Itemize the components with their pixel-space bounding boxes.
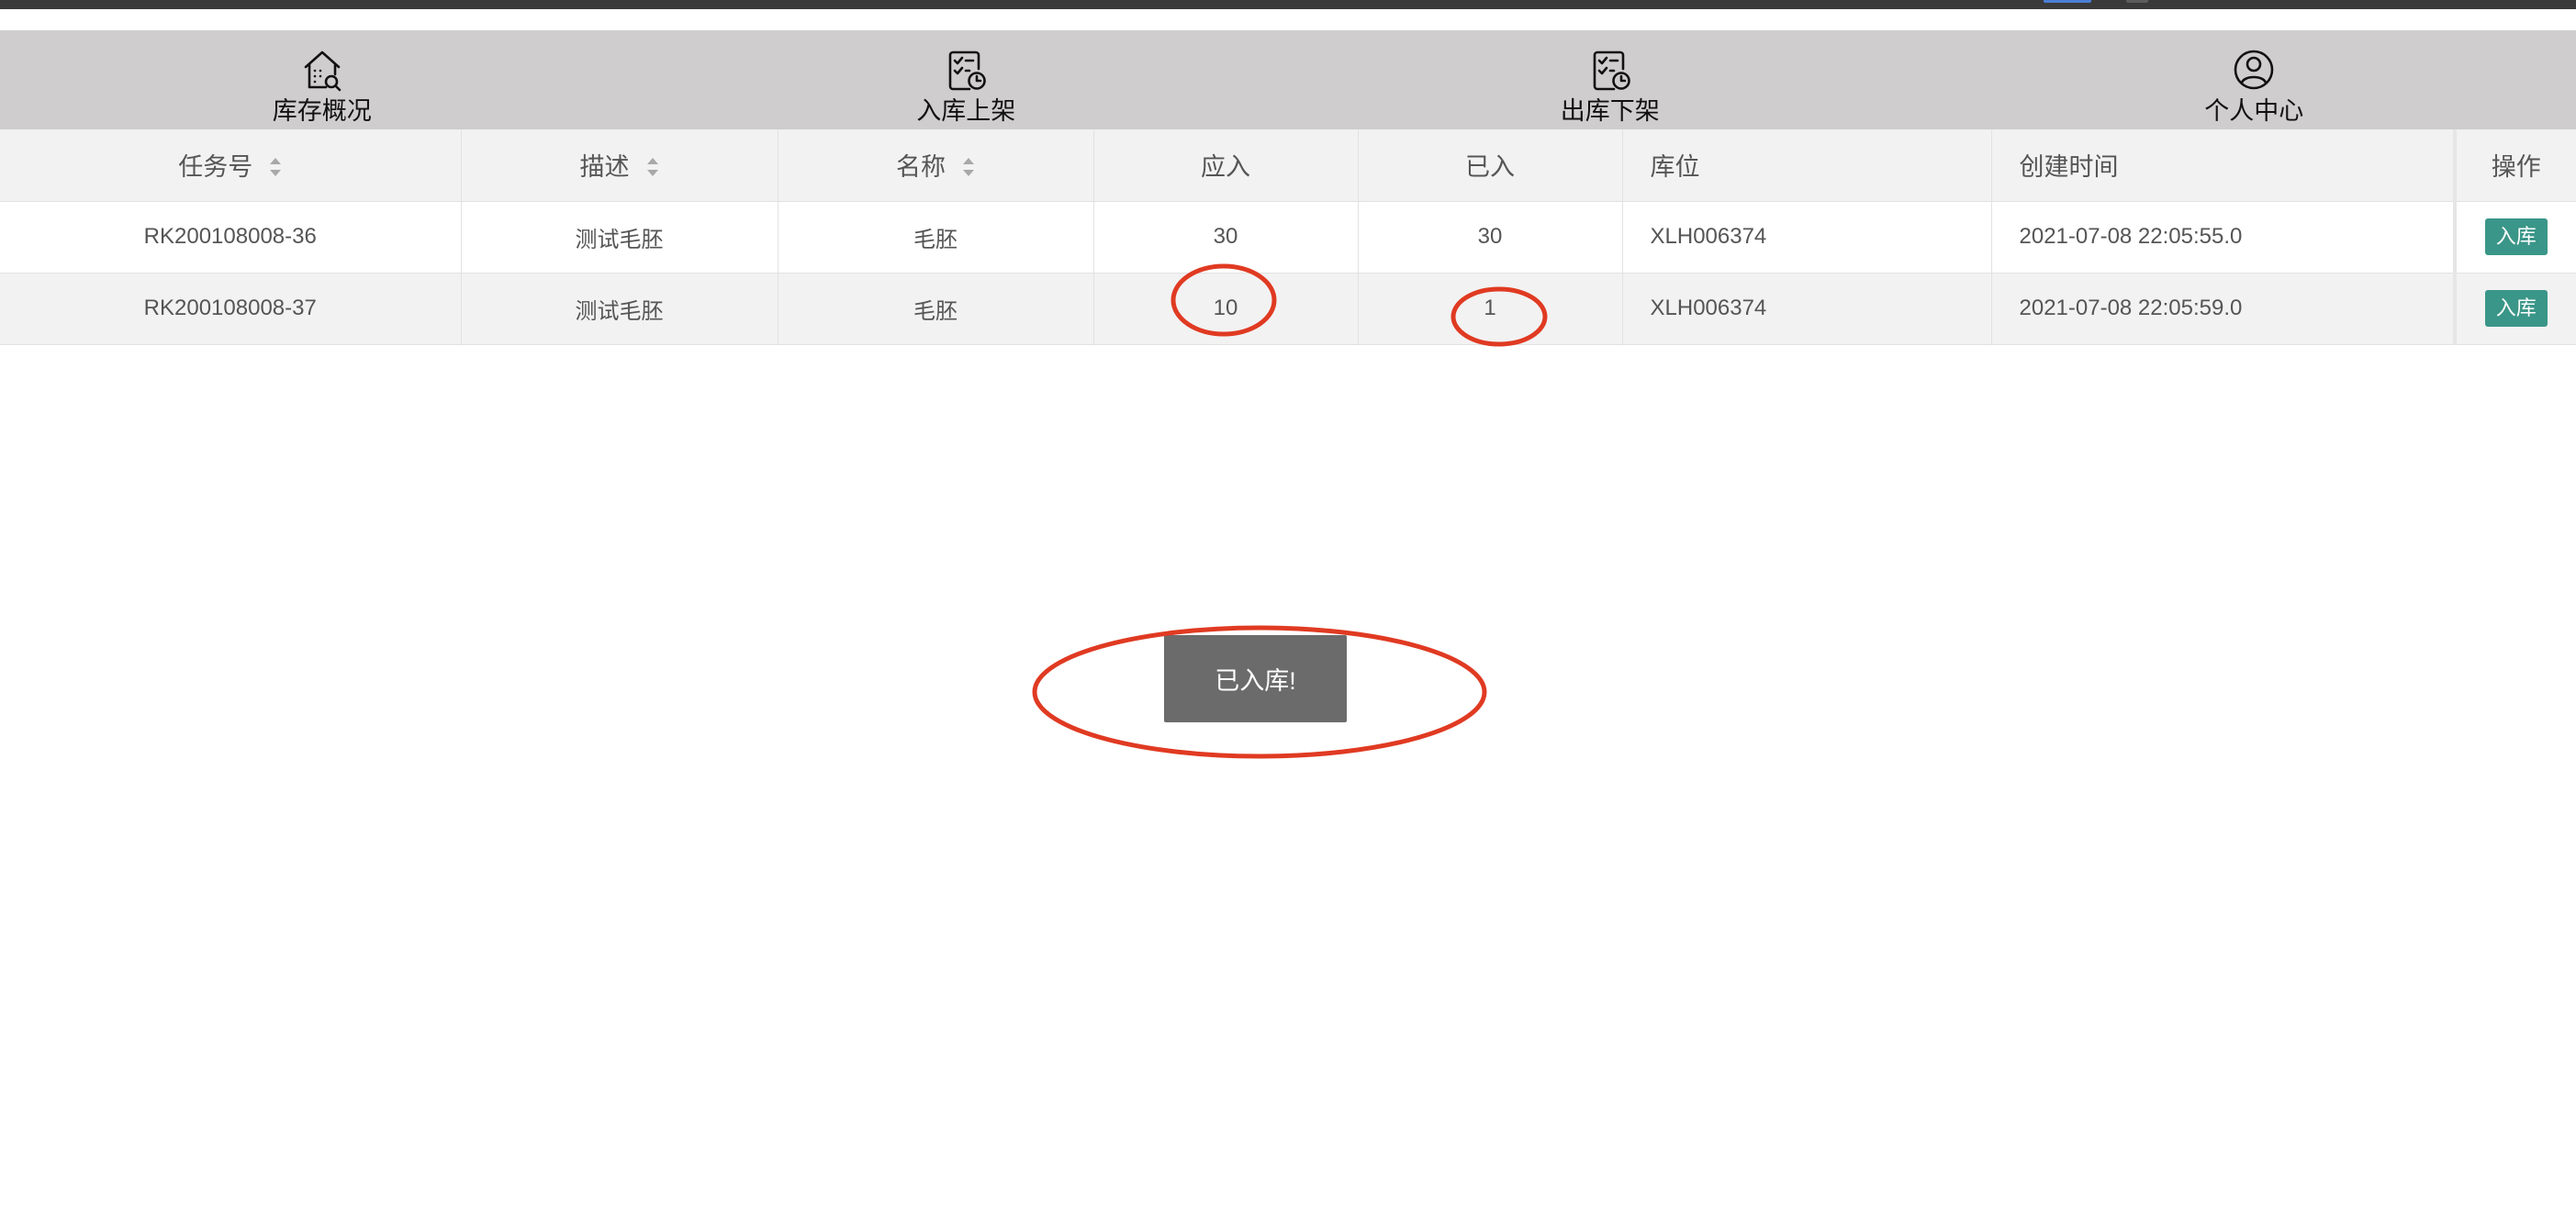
column-header-expected-qty: 应入 — [1093, 129, 1359, 202]
tab-label: 库存概况 — [272, 97, 372, 125]
toast-message: 已入库! — [1164, 635, 1347, 722]
browser-tab-fragment — [2126, 0, 2148, 3]
column-header-name[interactable]: 名称 — [778, 129, 1094, 202]
cell-name: 毛胚 — [778, 273, 1094, 345]
cell-task-no: RK200108008-37 — [0, 273, 462, 345]
column-header-label: 名称 — [896, 153, 946, 182]
tab-label: 个人中心 — [2204, 97, 2304, 125]
browser-tab-fragment — [2044, 0, 2091, 3]
cell-location: XLH006374 — [1622, 201, 1992, 274]
browser-top-strip — [0, 0, 2576, 9]
warehouse-search-icon — [301, 47, 343, 93]
cell-location: XLH006374 — [1622, 273, 1992, 345]
clipboard-clock-icon — [945, 47, 987, 93]
tab-outbound-unshelving[interactable]: 出库下架 — [1288, 30, 1932, 129]
cell-description: 测试毛胚 — [461, 273, 778, 345]
cell-expected-qty: 10 — [1093, 273, 1359, 345]
user-circle-icon — [2233, 47, 2275, 93]
tab-inventory-overview[interactable]: 库存概况 — [0, 30, 644, 129]
column-header-location: 库位 — [1622, 129, 1992, 202]
column-header-label: 任务号 — [178, 153, 253, 182]
column-header-created-time: 创建时间 — [1991, 129, 2456, 202]
inbound-button[interactable]: 入库 — [2484, 218, 2548, 255]
sort-icon[interactable] — [269, 156, 282, 178]
column-header-task-no[interactable]: 任务号 — [0, 129, 462, 202]
table-body: RK200108008-36 测试毛胚 毛胚 30 30 XLH006374 2021-07… — [0, 201, 2576, 345]
clipboard-clock-icon — [1589, 47, 1631, 93]
cell-action: 入库 — [2453, 273, 2576, 345]
column-header-description[interactable]: 描述 — [461, 129, 778, 202]
inbound-task-table: 任务号 描述 名称 应入 已入 库位 创建时间 操作 RK200108008-3… — [0, 129, 2576, 345]
cell-description: 测试毛胚 — [461, 201, 778, 274]
cell-name: 毛胚 — [778, 201, 1094, 274]
table-row: RK200108008-36 测试毛胚 毛胚 30 30 XLH006374 2021-07… — [0, 201, 2576, 274]
cell-created-time: 2021-07-08 22:05:59.0 — [1991, 273, 2456, 345]
cell-expected-qty: 30 — [1093, 201, 1359, 274]
cell-action: 入库 — [2453, 201, 2576, 274]
column-header-action: 操作 — [2453, 129, 2576, 202]
cell-received-qty: 30 — [1358, 201, 1623, 274]
tab-label: 出库下架 — [1560, 97, 1660, 125]
app-root: 库存概况 入库上架 出库下架 个人中心 任务号 描述 名称 应入 已入 库位 创… — [0, 0, 2576, 1206]
table-row: RK200108008-37 测试毛胚 毛胚 10 1 XLH006374 2021-07-… — [0, 273, 2576, 345]
cell-received-qty: 1 — [1358, 273, 1623, 345]
column-header-label: 描述 — [579, 153, 630, 182]
cell-created-time: 2021-07-08 22:05:55.0 — [1991, 201, 2456, 274]
tab-inbound-shelving[interactable]: 入库上架 — [644, 30, 1289, 129]
toast-text: 已入库! — [1215, 667, 1296, 695]
cell-task-no: RK200108008-36 — [0, 201, 462, 274]
column-header-received-qty: 已入 — [1358, 129, 1623, 202]
sort-icon[interactable] — [962, 156, 975, 178]
tab-personal-center[interactable]: 个人中心 — [1932, 30, 2576, 129]
tab-label: 入库上架 — [916, 97, 1016, 125]
table-header-row: 任务号 描述 名称 应入 已入 库位 创建时间 操作 — [0, 129, 2576, 202]
inbound-button[interactable]: 入库 — [2484, 290, 2548, 327]
sort-icon[interactable] — [646, 156, 659, 178]
main-nav-tabbar: 库存概况 入库上架 出库下架 个人中心 — [0, 30, 2576, 129]
